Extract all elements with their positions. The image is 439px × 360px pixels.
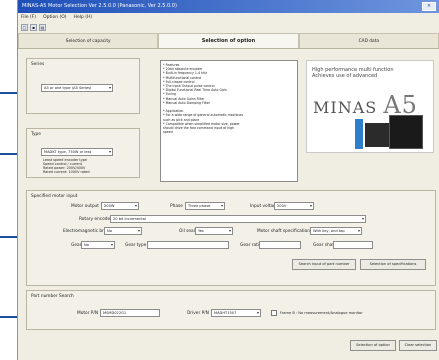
brand-tagline-2: Achieves use of advanced: [312, 73, 378, 79]
gear-shaft-input[interactable]: [333, 241, 373, 249]
gear-ratio-input[interactable]: [259, 241, 301, 249]
search-part-number-button[interactable]: Search input of part number: [292, 259, 356, 270]
rotary-encoder-select[interactable]: 20 bit incremental: [110, 215, 366, 223]
selection-of-option-button[interactable]: Selection of option: [350, 340, 396, 351]
tab-bar: Selection of capacity Selection of optio…: [18, 33, 439, 49]
frame-note: Frame B : No measurement/Analogue monito…: [280, 311, 363, 315]
driver-pn-select[interactable]: MADHT1507: [211, 309, 261, 317]
series-label: Series: [31, 62, 45, 67]
oil-seal-select[interactable]: Yes: [195, 227, 233, 235]
open-icon[interactable]: ▢: [21, 24, 28, 31]
servo-motor-image: [365, 123, 391, 147]
feature-line: speed: [163, 130, 173, 135]
type-label: Type: [31, 132, 41, 137]
tab-selection-of-option[interactable]: Selection of option: [158, 33, 299, 48]
selection-of-specifications-button[interactable]: Selection of specifications: [360, 259, 426, 270]
clear-selection-button[interactable]: Clear selection: [399, 340, 437, 351]
save-icon[interactable]: ▪: [30, 24, 37, 31]
oil-seal-label: Oil seal: [179, 229, 195, 234]
menu-bar: File (F) Option (O) Help (H): [18, 13, 439, 22]
motor-pn-field[interactable]: MSMD022G1: [100, 309, 160, 317]
servo-driver-glow: [355, 119, 363, 149]
gear-select[interactable]: No: [81, 241, 115, 249]
toolbar: ▢ ▪ ▤: [18, 22, 439, 33]
tab-selection-of-capacity[interactable]: Selection of capacity: [18, 33, 159, 48]
motor-shaft-spec-select[interactable]: With key, and tap: [310, 227, 362, 235]
driver-pn-label: Driver P/N: [187, 311, 209, 316]
features-list[interactable]: * Features * 20bit absolute encoder * Bu…: [160, 60, 298, 182]
part-number-panel: Part number Search Motor P/N MSMD022G1 D…: [26, 290, 436, 330]
menu-help[interactable]: Help (H): [74, 13, 93, 22]
motor-output-select[interactable]: 200W: [101, 202, 139, 210]
window-title: MINAS-A5 Motor Selection Ver 2.5.0.0 (Pa…: [22, 3, 177, 9]
type-note-4: Rated current: 1000V rated: [43, 170, 90, 174]
series-panel: Series A5 or one type (A5 Series): [26, 58, 140, 114]
title-bar: MINAS-A5 Motor Selection Ver 2.5.0.0 (Pa…: [18, 0, 439, 13]
product-image: High performance multi function Achieves…: [306, 60, 434, 153]
gear-label: Gear: [71, 243, 82, 248]
app-window: MINAS-A5 Motor Selection Ver 2.5.0.0 (Pa…: [17, 0, 439, 360]
frame-checkbox[interactable]: [271, 310, 277, 316]
spec-input-panel: Specified motor input Motor output 200W …: [26, 190, 436, 286]
print-icon[interactable]: ▤: [39, 24, 46, 31]
motor-pn-label: Motor P/N: [77, 311, 99, 316]
electromagnetic-brake-select[interactable]: No: [104, 227, 142, 235]
close-button[interactable]: ×: [422, 2, 436, 11]
gear-type-label: Gear type: [125, 243, 147, 248]
phase-label: Phase: [170, 204, 183, 209]
menu-file[interactable]: File (F): [21, 13, 36, 22]
phase-select[interactable]: Three phase: [185, 202, 225, 210]
input-voltage-select[interactable]: 200V: [274, 202, 314, 210]
rotary-encoder-label: Rotary encoder: [79, 217, 112, 222]
spec-input-label: Specified motor input: [31, 194, 78, 199]
gear-type-input[interactable]: [147, 241, 229, 249]
series-select[interactable]: A5 or one type (A5 Series): [41, 84, 113, 92]
type-select[interactable]: MADKT type, 750W or less: [41, 148, 113, 156]
tab-cad-data[interactable]: CAD data: [298, 33, 439, 48]
type-panel: Type MADKT type, 750W or less Least spee…: [26, 128, 140, 178]
motor-shaft-spec-label: Motor shaft specifications: [257, 229, 313, 234]
part-number-label: Part number Search: [31, 294, 74, 299]
motor-output-label: Motor output: [71, 204, 99, 209]
servo-driver-image: [389, 115, 423, 149]
menu-option[interactable]: Option (O): [43, 13, 67, 22]
